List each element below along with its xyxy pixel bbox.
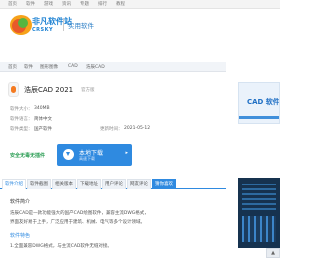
download-icon: [63, 149, 74, 160]
breadcrumb-item[interactable]: CAD: [68, 64, 78, 69]
scroll-to-top-button[interactable]: ▲: [266, 248, 280, 258]
breadcrumb-item[interactable]: 浩辰CAD: [86, 64, 105, 70]
breadcrumb-item[interactable]: 图形图像: [40, 64, 58, 70]
side-promo-image[interactable]: [238, 178, 280, 248]
topnav-item-ranking[interactable]: 排行: [98, 1, 107, 7]
tab-versions[interactable]: 相关版本: [52, 179, 76, 189]
tab-screenshots[interactable]: 软件截图: [27, 179, 51, 189]
app-title-sub: 官方版: [81, 88, 95, 93]
info-label: 软件大小：: [10, 107, 33, 112]
tab-download-address[interactable]: 下载地址: [77, 179, 101, 189]
topnav-item-topics[interactable]: 专题: [80, 1, 89, 7]
logo-english-text: CRSKY: [32, 27, 54, 33]
tab-comments[interactable]: 网友评论: [127, 179, 151, 189]
app-icon: [8, 82, 19, 97]
paragraph: 1.全面兼容DWG格式，与主流CAD软件无缝对接。: [10, 244, 112, 249]
logo-divider: [63, 18, 64, 31]
breadcrumb-item[interactable]: 首页: [8, 64, 17, 70]
ad-text: CAD 软件: [247, 98, 280, 106]
sub-heading: 软件特色: [10, 233, 31, 239]
topnav-item-news[interactable]: 资讯: [62, 1, 71, 7]
topnav-item-software[interactable]: 软件: [26, 1, 35, 7]
info-value: 2021-05-12: [124, 126, 151, 131]
topnav-item-tutorial[interactable]: 教程: [116, 1, 125, 7]
info-label: 更新时间：: [100, 127, 123, 132]
promo-graphic: [242, 216, 276, 242]
safety-badge: 安全无毒无插件: [10, 153, 46, 159]
logo-subtitle: 实用软件: [68, 22, 94, 30]
topnav-item-home[interactable]: 首页: [8, 1, 17, 7]
detail-tabs: 软件介绍 软件截图 相关版本 下载地址 用户评论 网友评论 猜你喜欢: [0, 177, 226, 189]
section-title: 软件简介: [10, 199, 31, 205]
tab-intro[interactable]: 软件介绍: [2, 179, 26, 189]
download-sublabel: 高速下载: [79, 156, 95, 161]
top-navigation-bar: 首页 软件 游戏 资讯 专题 排行 教程: [0, 0, 280, 9]
local-download-button[interactable]: 本地下载 高速下载 ▸: [57, 144, 132, 166]
ad-banner[interactable]: CAD 软件: [238, 82, 280, 124]
info-label: 软件语言：: [10, 117, 33, 122]
paragraph: 界面友好易于上手，广泛应用于建筑、机械、电气等多个设计领域。: [10, 220, 145, 225]
info-value: 340MB: [34, 106, 50, 111]
logo-chinese-text: 非凡软件站: [32, 17, 72, 26]
info-value: 简体中文: [34, 117, 52, 122]
ad-stripe: [239, 116, 279, 119]
site-logo[interactable]: 非凡软件站 CRSKY 实用软件: [8, 12, 94, 38]
chevron-right-icon: ▸: [125, 150, 128, 156]
breadcrumb: 首页 软件 图形图像 CAD 浩辰CAD: [0, 62, 226, 72]
paragraph: 浩辰CAD是一款功能强大的国产CAD绘图软件，兼容主流DWG格式，: [10, 211, 149, 216]
tab-recommend[interactable]: 猜你喜欢: [152, 179, 176, 189]
topnav-item-games[interactable]: 游戏: [44, 1, 53, 7]
app-title: 浩辰CAD 2021: [24, 86, 74, 94]
info-label: 软件类型：: [10, 127, 33, 132]
promo-graphic: [242, 184, 276, 210]
tab-user-reviews[interactable]: 用户评论: [102, 179, 126, 189]
breadcrumb-item[interactable]: 软件: [24, 64, 33, 70]
info-value: 国产软件: [34, 127, 52, 132]
